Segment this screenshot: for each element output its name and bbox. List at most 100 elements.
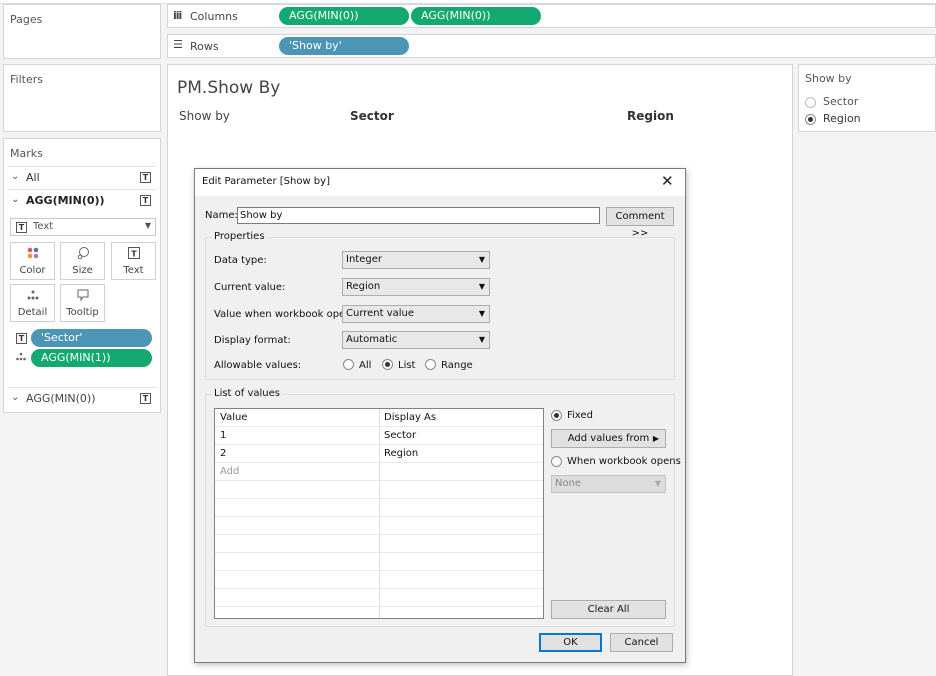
rows-pill-show-by[interactable]: 'Show by' bbox=[279, 37, 409, 55]
rows-shelf[interactable]: ☰ Rows 'Show by' bbox=[167, 34, 936, 58]
grid-header-value: Value bbox=[220, 412, 248, 423]
detail-button[interactable]: Detail bbox=[10, 284, 55, 322]
name-input-value: Show by bbox=[240, 210, 283, 221]
dropdown-arrow-icon: ▼ bbox=[478, 255, 485, 264]
allowable-all-radio[interactable] bbox=[343, 359, 354, 370]
sector-option-label[interactable]: Sector bbox=[823, 95, 858, 108]
size-label: Size bbox=[72, 265, 93, 276]
add-values-from-button[interactable]: Add values from ▶ bbox=[551, 429, 666, 448]
workbook-opens-value: Current value bbox=[346, 308, 415, 319]
tooltip-icon bbox=[61, 288, 104, 305]
list-of-values-title: List of values bbox=[212, 388, 283, 399]
empty-grid-row bbox=[215, 481, 543, 499]
add-values-from-label: Add values from bbox=[567, 433, 650, 444]
properties-title: Properties bbox=[212, 231, 267, 242]
chevron-down-icon[interactable]: ⌄ bbox=[11, 392, 19, 403]
table-row[interactable]: 2 Region bbox=[215, 445, 543, 463]
text-mark-icon: T bbox=[140, 393, 151, 404]
mark-type-dropdown[interactable]: T Text ▼ bbox=[10, 218, 156, 236]
text-mark-icon: T bbox=[16, 222, 27, 233]
grid-cell-value[interactable]: 1 bbox=[220, 430, 226, 441]
ok-button[interactable]: OK bbox=[539, 633, 602, 652]
dropdown-arrow-icon: ▼ bbox=[144, 221, 151, 230]
region-option-label[interactable]: Region bbox=[823, 112, 861, 125]
when-opens-label[interactable]: When workbook opens bbox=[567, 456, 681, 467]
allowable-list-label[interactable]: List bbox=[398, 360, 415, 371]
marks-agg-label-2: AGG(MIN(0)) bbox=[26, 392, 96, 405]
when-opens-select: None ▼ bbox=[551, 475, 666, 493]
pages-title: Pages bbox=[10, 13, 43, 26]
columns-pill-1[interactable]: AGG(MIN(0)) bbox=[279, 7, 409, 25]
allowable-range-label[interactable]: Range bbox=[441, 360, 473, 371]
when-opens-value: None bbox=[555, 478, 582, 489]
region-radio[interactable] bbox=[805, 114, 816, 125]
dropdown-arrow-icon: ▼ bbox=[478, 282, 485, 291]
grid-cell-display[interactable]: Region bbox=[384, 448, 418, 459]
color-button[interactable]: Color bbox=[10, 242, 55, 280]
agg-min-1-pill[interactable]: AGG(MIN(1)) bbox=[31, 349, 152, 367]
current-value-value: Region bbox=[346, 281, 381, 292]
allowable-all-label[interactable]: All bbox=[359, 360, 371, 371]
pages-shelf[interactable]: Pages bbox=[3, 4, 161, 59]
grid-cell-display[interactable]: Sector bbox=[384, 430, 416, 441]
workbook-opens-label: Value when workbook opens: bbox=[214, 309, 361, 320]
columns-label: Columns bbox=[190, 10, 238, 23]
name-input[interactable]: Show by bbox=[237, 207, 600, 224]
grid-add-row[interactable]: Add bbox=[215, 463, 543, 481]
marks-all-row[interactable]: ⌄ All T bbox=[8, 166, 156, 188]
columns-pill-2[interactable]: AGG(MIN(0)) bbox=[411, 7, 541, 25]
header-show-by-label: Show by bbox=[179, 109, 230, 123]
allowable-list-radio[interactable] bbox=[382, 359, 393, 370]
sector-radio[interactable] bbox=[805, 97, 816, 108]
display-format-select[interactable]: Automatic ▼ bbox=[342, 331, 490, 349]
marks-title: Marks bbox=[10, 147, 43, 160]
dropdown-arrow-icon: ▼ bbox=[654, 479, 661, 488]
dropdown-arrow-icon: ▼ bbox=[478, 309, 485, 318]
columns-shelf[interactable]: iii Columns AGG(MIN(0)) AGG(MIN(0)) bbox=[167, 4, 936, 28]
filters-shelf[interactable]: Filters bbox=[3, 64, 161, 132]
allowable-values-label: Allowable values: bbox=[214, 360, 302, 371]
current-value-select[interactable]: Region ▼ bbox=[342, 278, 490, 296]
color-label: Color bbox=[19, 265, 46, 276]
columns-icon: iii bbox=[173, 9, 182, 22]
close-icon[interactable]: ✕ bbox=[661, 172, 674, 190]
show-by-title: Show by bbox=[805, 72, 852, 85]
grid-header-display: Display As bbox=[384, 412, 437, 423]
text-mark-icon: T bbox=[16, 333, 27, 344]
empty-grid-row bbox=[215, 499, 543, 517]
data-type-label: Data type: bbox=[214, 255, 267, 266]
show-by-parameter-card: Show by Sector Region bbox=[798, 64, 936, 132]
values-grid[interactable]: Value Display As 1 Sector 2 Region Add bbox=[214, 408, 544, 619]
marks-agg-label: AGG(MIN(0)) bbox=[26, 194, 105, 207]
header-sector[interactable]: Sector bbox=[350, 109, 394, 123]
marks-agg-row-2[interactable]: ⌄ AGG(MIN(0)) T bbox=[8, 387, 156, 409]
marks-agg-row[interactable]: ⌄ AGG(MIN(0)) T bbox=[8, 189, 156, 211]
chevron-down-icon[interactable]: ⌄ bbox=[11, 171, 19, 182]
text-mark-icon: T bbox=[140, 195, 151, 206]
allowable-range-radio[interactable] bbox=[425, 359, 436, 370]
grid-header-row: Value Display As bbox=[215, 409, 543, 427]
when-opens-radio[interactable] bbox=[551, 456, 562, 467]
empty-grid-row bbox=[215, 517, 543, 535]
marks-card: Marks ⌄ All T ⌄ AGG(MIN(0)) T T Text ▼ C… bbox=[3, 138, 161, 413]
fixed-label[interactable]: Fixed bbox=[567, 410, 593, 421]
submenu-arrow-icon: ▶ bbox=[652, 434, 659, 443]
workbook-opens-select[interactable]: Current value ▼ bbox=[342, 305, 490, 323]
fixed-radio[interactable] bbox=[551, 410, 562, 421]
grid-add-label[interactable]: Add bbox=[220, 466, 239, 477]
grid-cell-value[interactable]: 2 bbox=[220, 448, 226, 459]
tooltip-button[interactable]: Tooltip bbox=[60, 284, 105, 322]
cancel-button[interactable]: Cancel bbox=[610, 633, 673, 652]
chevron-down-icon[interactable]: ⌄ bbox=[11, 194, 19, 205]
data-type-select[interactable]: Integer ▼ bbox=[342, 251, 490, 269]
table-row[interactable]: 1 Sector bbox=[215, 427, 543, 445]
sector-pill[interactable]: 'Sector' bbox=[31, 329, 152, 347]
clear-all-button[interactable]: Clear All bbox=[551, 600, 666, 619]
mark-type-value: Text bbox=[33, 221, 54, 232]
text-button[interactable]: T Text bbox=[111, 242, 156, 280]
text-icon: T bbox=[112, 246, 155, 263]
size-button[interactable]: Size bbox=[60, 242, 105, 280]
filters-title: Filters bbox=[10, 73, 43, 86]
comment-button[interactable]: Comment >> bbox=[606, 207, 674, 239]
header-region[interactable]: Region bbox=[627, 109, 674, 123]
